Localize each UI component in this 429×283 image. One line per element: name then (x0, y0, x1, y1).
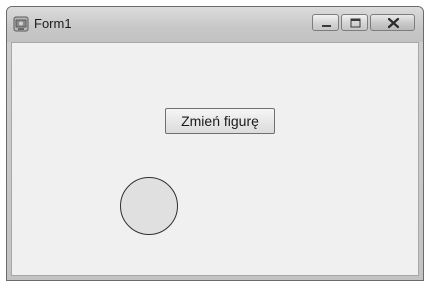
circle-shape (120, 177, 178, 235)
maximize-button[interactable] (341, 14, 368, 31)
minimize-button[interactable] (312, 14, 339, 31)
client-area: Zmień figurę (11, 42, 419, 276)
form-window: Form1 Zmień figurę (6, 6, 424, 281)
window-title: Form1 (34, 16, 72, 31)
maximize-icon (350, 18, 361, 28)
title-bar[interactable]: Form1 (7, 7, 423, 42)
minimize-icon (322, 25, 331, 27)
close-button[interactable] (370, 14, 415, 31)
change-shape-button[interactable]: Zmień figurę (165, 108, 275, 134)
app-icon[interactable] (13, 16, 29, 32)
close-icon (387, 17, 400, 29)
